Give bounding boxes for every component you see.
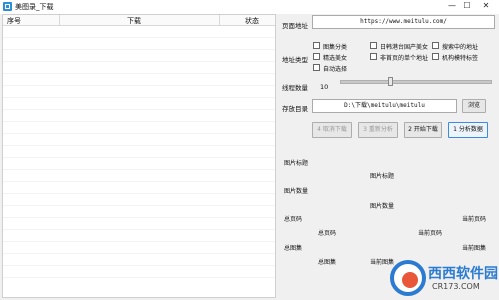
browse-button[interactable]: 浏览	[462, 99, 486, 113]
start-download-button[interactable]: 2 开始下载	[404, 122, 442, 138]
directory-input[interactable]: D:\下载\meitulu\meitulu	[312, 99, 457, 113]
minimize-button[interactable]: —	[445, 0, 459, 11]
checkbox-asia[interactable]	[370, 42, 377, 49]
checkbox-single-label: 非首页的单个地址	[380, 55, 429, 62]
page-url-input[interactable]: https://www.meitulu.com/	[312, 15, 495, 29]
directory-label: 存放目录	[282, 105, 308, 113]
checkbox-category-label: 图集分类	[323, 44, 348, 51]
checkbox-featured-label: 精选美女	[323, 55, 348, 62]
window-title: 美图录_下载	[15, 3, 54, 11]
close-button[interactable]: ✕	[475, 0, 497, 11]
checkbox-asia-label: 日韩港台国产美女	[380, 44, 429, 51]
app-icon	[3, 2, 12, 11]
threads-slider-track[interactable]	[340, 80, 492, 84]
watermark-logo: 西西软件园 CR173.COM	[390, 258, 499, 300]
threads-value: 10	[320, 83, 329, 91]
current-album-label: 当前图集	[462, 245, 487, 252]
total-albums-label: 总图集	[284, 245, 303, 252]
pic-title-value: 图片标题	[370, 173, 395, 180]
column-index[interactable]: 序号	[7, 16, 21, 26]
checkbox-auto-label: 自动选择	[323, 66, 348, 73]
pic-count-label: 图片数量	[284, 188, 309, 195]
checkbox-agency[interactable]	[432, 53, 439, 60]
checkbox-category[interactable]	[313, 42, 320, 49]
checkbox-auto[interactable]	[313, 64, 320, 71]
total-albums-value: 总图集	[318, 259, 337, 266]
analyze-button[interactable]: 1 分析数据	[448, 122, 488, 138]
threads-label: 线程数量	[282, 84, 308, 92]
checkbox-agency-label: 机构模特标签	[442, 55, 479, 62]
address-type-label: 地址类型	[282, 56, 308, 64]
watermark-domain: CR173.COM	[432, 282, 480, 291]
total-pages-label: 总页码	[284, 216, 303, 223]
current-page-value: 当前页码	[418, 230, 443, 237]
maximize-button[interactable]: ☐	[460, 0, 474, 11]
watermark-logo-icon	[390, 260, 426, 296]
checkbox-search-label: 搜索中的地址	[442, 44, 479, 51]
current-page-label: 当前页码	[462, 216, 487, 223]
watermark-brand: 西西软件园	[428, 266, 498, 282]
pic-count-value: 图片数量	[370, 203, 395, 210]
title-bar: 美图录_下载 — ☐ ✕	[0, 0, 499, 14]
total-pages-value: 总页码	[318, 230, 337, 237]
list-header: 序号 下载 状态	[3, 15, 275, 26]
checkbox-featured[interactable]	[313, 53, 320, 60]
download-list[interactable]: 序号 下载 状态	[2, 14, 276, 298]
reanalyze-button[interactable]: 3 重新分析	[358, 122, 398, 138]
column-status[interactable]: 状态	[245, 16, 259, 26]
checkbox-single[interactable]	[370, 53, 377, 60]
page-url-label: 页面地址	[282, 22, 308, 30]
column-download[interactable]: 下载	[127, 16, 141, 26]
cancel-download-button[interactable]: 4 取消下载	[312, 122, 352, 138]
threads-slider-thumb[interactable]	[387, 77, 393, 86]
pic-title-label: 图片标题	[284, 160, 309, 167]
checkbox-search[interactable]	[432, 42, 439, 49]
